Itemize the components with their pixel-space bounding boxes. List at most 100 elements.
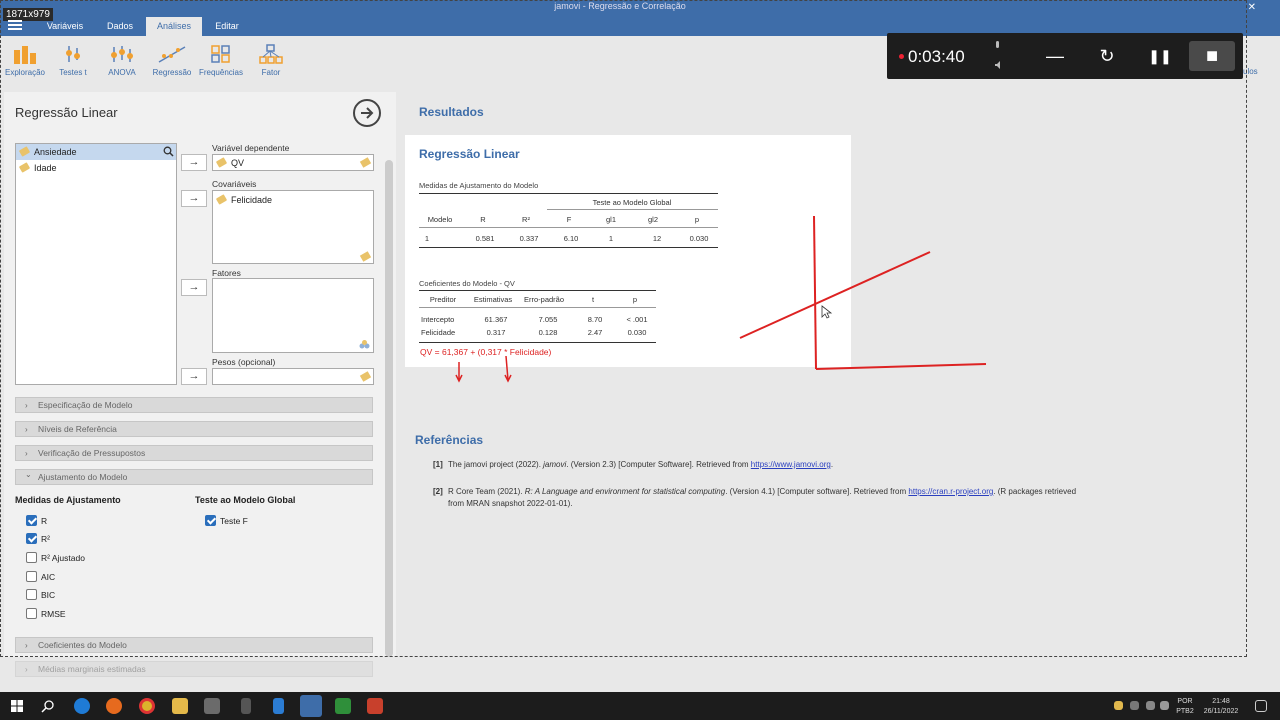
reference-text: R Core Team (2021). <box>448 487 525 496</box>
checkbox-label: R <box>41 516 48 526</box>
covariates-box[interactable]: Felicidade <box>212 190 374 264</box>
regression-icon <box>158 46 186 63</box>
section-assumption-checks[interactable]: › Verificação de Pressupostos <box>15 445 373 461</box>
references-title: Referências <box>415 433 484 447</box>
tray-icon[interactable] <box>1114 701 1123 710</box>
checkbox-bic[interactable] <box>26 589 37 600</box>
move-to-factors-button[interactable]: → <box>181 279 207 296</box>
fit-measures-heading: Medidas de Ajustamento <box>15 495 121 505</box>
variable-list[interactable]: Ansiedade Idade <box>15 143 177 385</box>
section-model-fit[interactable]: ⌄ Ajustamento do Modelo <box>15 469 373 485</box>
volume-icon[interactable] <box>1160 701 1169 710</box>
close-icon[interactable]: ✕ <box>1248 2 1256 13</box>
checkbox-adjusted-r2[interactable] <box>26 552 37 563</box>
section-label: Níveis de Referência <box>38 424 117 434</box>
dependent-variable-box[interactable]: QV <box>212 154 374 171</box>
move-to-weights-button[interactable]: → <box>181 368 207 385</box>
move-to-covariates-button[interactable]: → <box>181 190 207 207</box>
chevron-right-icon: › <box>25 665 28 674</box>
weights-box[interactable] <box>212 368 374 385</box>
reference-link[interactable]: https://www.jamovi.org <box>751 460 831 469</box>
variable-name: Ansiedade <box>34 147 77 157</box>
ribbon-regression[interactable]: Regressão <box>147 40 197 77</box>
tab-analises[interactable]: Análises <box>146 17 202 36</box>
reference-text: . (Version 2.3) [Computer Software]. Ret… <box>566 460 751 469</box>
firefox-icon[interactable] <box>106 698 122 714</box>
stop-recording-button[interactable]: ■ <box>1189 41 1235 71</box>
search-icon[interactable] <box>163 146 174 157</box>
section-model-coefficients[interactable]: › Coeficientes do Modelo <box>15 637 373 653</box>
arrow-right-icon <box>361 107 374 119</box>
ribbon-anova[interactable]: ANOVA <box>97 40 147 77</box>
results-panel: Resultados Regressão Linear Medidas de A… <box>405 92 1243 657</box>
global-test-heading: Teste ao Modelo Global <box>195 495 296 505</box>
ribbon-factor[interactable]: Fator <box>246 40 296 77</box>
chevron-right-icon: › <box>25 449 28 458</box>
file-explorer-icon[interactable] <box>172 698 188 714</box>
ribbon-frequencies[interactable]: Frequências <box>196 40 246 77</box>
ribbon-label: ANOVA <box>108 68 136 77</box>
factor-icon <box>259 44 283 64</box>
edge-browser-icon[interactable] <box>74 698 90 714</box>
ribbon-exploration[interactable]: Exploração <box>0 40 50 77</box>
section-reference-levels[interactable]: › Níveis de Referência <box>15 421 373 437</box>
factors-box[interactable] <box>212 278 374 353</box>
list-item[interactable]: Ansiedade <box>16 144 176 160</box>
mic-speaker-icon[interactable] <box>993 40 1003 72</box>
checkbox-aic[interactable] <box>26 571 37 582</box>
notification-icon[interactable] <box>1255 700 1267 712</box>
chrome-icon[interactable] <box>139 698 155 714</box>
run-analysis-button[interactable] <box>353 99 381 127</box>
ribbon-label: Regressão <box>152 68 192 77</box>
reference-italic: jamovi <box>543 460 567 469</box>
document-app-icon[interactable] <box>273 698 284 714</box>
reference-link[interactable]: https://cran.r-project.org <box>908 487 993 496</box>
section-label: Especificação de Modelo <box>38 400 133 410</box>
windows-start-icon[interactable] <box>11 700 23 712</box>
checkbox-rmse[interactable] <box>26 608 37 619</box>
reference-text: . (Version 4.1) [Computer software]. Ret… <box>725 487 909 496</box>
search-icon[interactable] <box>41 699 55 713</box>
network-icon[interactable] <box>1146 701 1155 710</box>
section-label: Médias marginais estimadas <box>38 664 146 674</box>
checkbox-label: R² Ajustado <box>41 553 85 563</box>
frequencies-icon <box>211 45 230 63</box>
hamburger-menu-icon[interactable] <box>8 20 22 30</box>
continuous-variable-icon <box>359 371 372 382</box>
jamovi-icon[interactable] <box>300 695 322 717</box>
tab-editar[interactable]: Editar <box>204 17 250 36</box>
taskbar-time[interactable]: 21:48 <box>1200 698 1242 705</box>
screen-recorder-toolbar: 0:03:40 — ↻ ❚❚ ■ <box>887 33 1243 79</box>
checkbox-f-test[interactable] <box>205 515 216 526</box>
ribbon-ttest[interactable]: Testes t <box>48 40 98 77</box>
move-to-dependent-button[interactable]: → <box>181 154 207 171</box>
media-app-icon[interactable] <box>204 698 220 714</box>
taskbar-date[interactable]: 26/11/2022 <box>1200 708 1242 715</box>
analysis-options-panel: Regressão Linear Ansiedade Idade → Variá… <box>4 92 396 657</box>
keyboard-layout[interactable]: PTB2 <box>1172 708 1198 715</box>
continuous-variable-icon <box>359 251 372 262</box>
checkbox-r[interactable] <box>26 515 37 526</box>
camtasia-icon[interactable] <box>335 698 351 714</box>
checkbox-label: BIC <box>41 590 56 600</box>
checkbox-r2[interactable] <box>26 533 37 544</box>
language-indicator[interactable]: POR <box>1172 698 1198 705</box>
restart-recording-button[interactable]: ↻ <box>1084 41 1130 71</box>
chevron-right-icon: › <box>25 425 28 434</box>
ribbon-label: Testes t <box>59 68 87 77</box>
section-model-specification[interactable]: › Especificação de Modelo <box>15 397 373 413</box>
recorder-app-icon[interactable] <box>367 698 383 714</box>
checkbox-label: Teste F <box>220 516 248 526</box>
tab-dados[interactable]: Dados <box>96 17 144 36</box>
usb-app-icon[interactable] <box>241 698 251 714</box>
section-marginal-means[interactable]: › Médias marginais estimadas <box>15 661 373 677</box>
minimize-recorder-button[interactable]: — <box>1032 41 1078 71</box>
list-item[interactable]: Idade <box>16 160 176 176</box>
continuous-variable-icon <box>18 146 31 157</box>
ribbon-cut-label: ulos <box>1243 67 1258 76</box>
tab-variaveis[interactable]: Variáveis <box>36 17 94 36</box>
anova-icon <box>111 46 133 62</box>
options-scrollbar[interactable] <box>385 160 393 657</box>
tray-icon[interactable] <box>1130 701 1139 710</box>
pause-recording-button[interactable]: ❚❚ <box>1137 41 1183 71</box>
